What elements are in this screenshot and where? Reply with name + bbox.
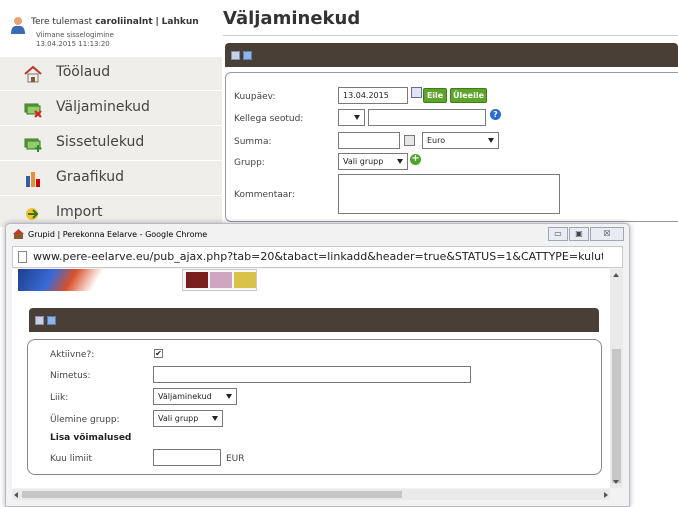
maximize-button[interactable]: ▣ [569,227,589,241]
close-button[interactable]: ☒ [590,227,624,241]
book-cover [234,272,256,288]
related-input[interactable] [368,109,486,126]
last-login-label: Viimane sisselogimine [36,31,114,39]
scroll-down-icon[interactable] [613,480,619,484]
parent-group-label: Ülemine grupp: [50,415,120,425]
amount-label: Summa: [234,137,272,147]
last-login-time: 13.04.2015 11:13:20 [36,40,110,48]
currency-value: Euro [427,136,446,145]
vertical-scroll-thumb[interactable] [612,349,621,483]
greeting-text: Tere tulemast [31,17,93,27]
logout-link[interactable]: Lahkun [162,17,199,27]
book-cover [186,272,208,288]
sidebar: Töölaud Väljaminekud Sissetulekud Graafi… [0,57,222,231]
calendar-icon[interactable] [411,87,422,98]
name-label: Nimetus: [50,371,91,381]
form-toolbar [225,43,678,67]
group-select[interactable]: Vali grupp [338,153,408,170]
scroll-left-icon[interactable] [14,492,18,498]
popup-toolbar [29,308,599,332]
sidebar-item-label: Töölaud [56,64,111,80]
active-label: Aktiivne?: [50,350,95,360]
horizontal-scrollbar[interactable] [12,489,610,500]
type-label: Liik: [50,393,69,403]
user-avatar-icon [11,17,25,34]
comment-textarea[interactable] [338,174,560,214]
comment-label: Kommentaar: [234,190,295,200]
chevron-down-icon [354,115,360,120]
horizontal-scroll-thumb[interactable] [22,491,402,498]
header-books-image [182,269,257,291]
monthly-limit-label: Kuu limiit [50,454,93,464]
type-value: Väljaminekud [158,392,212,401]
active-checkbox[interactable]: ✔ [154,349,163,358]
sidebar-item-label: Graafikud [56,169,125,185]
name-input[interactable] [153,366,471,383]
chevron-down-icon [488,138,494,143]
bar-chart-icon [26,172,40,187]
group-label: Grupp: [234,158,265,168]
amount-input[interactable] [338,132,400,149]
sidebar-item-valjaminekud[interactable]: Väljaminekud [0,92,222,126]
sidebar-item-label: Väljaminekud [56,99,150,115]
group-value: Vali grupp [343,157,384,166]
chevron-down-icon [226,394,232,399]
chevron-down-icon [212,416,218,421]
type-select[interactable]: Väljaminekud [153,388,237,405]
date-input[interactable]: 13.04.2015 [338,87,408,104]
scroll-right-icon[interactable] [604,492,608,498]
address-bar[interactable]: www.pere-eelarve.eu/pub_ajax.php?tab=20&… [12,246,623,268]
header-artwork [18,269,113,291]
sidebar-item-toolaud[interactable]: Töölaud [0,57,222,91]
currency-suffix: EUR [226,454,245,464]
sidebar-item-sissetulekud[interactable]: Sissetulekud [0,127,222,161]
username[interactable]: caroliinalnt [95,17,153,27]
currency-select[interactable]: Euro [422,132,499,149]
home-icon [24,65,42,83]
group-form: Aktiivne?: ✔ Nimetus: Liik: Väljaminekud… [27,339,602,475]
minimize-button[interactable]: ▭ [548,227,568,241]
related-type-select[interactable] [338,109,365,126]
sidebar-item-label: Sissetulekud [56,134,145,150]
money-minus-icon [24,103,42,118]
options-heading: Lisa võimalused [50,433,132,443]
calculator-icon[interactable] [404,135,415,146]
parent-group-value: Vali grupp [158,414,199,423]
yesterday-button[interactable]: Eile [423,88,447,103]
date-label: Kuupäev: [234,92,276,102]
favicon-icon [13,229,24,239]
parent-group-select[interactable]: Vali grupp [153,410,223,427]
help-icon[interactable]: ? [490,109,501,120]
new-icon[interactable] [35,316,44,325]
money-plus-icon [24,138,42,152]
sidebar-item-graafikud[interactable]: Graafikud [0,162,222,196]
url-text[interactable]: www.pere-eelarve.eu/pub_ajax.php?tab=20&… [33,250,603,263]
related-label: Kellega seotud: [234,114,304,124]
import-arrow-icon [26,208,39,220]
save-icon[interactable] [47,316,56,325]
user-separator: | [155,17,159,27]
expense-form: Kuupäev: 13.04.2015 Eile Üleeile Kellega… [225,72,678,222]
sidebar-item-label: Import [56,204,103,220]
scroll-up-icon[interactable] [613,273,619,277]
day-before-yesterday-button[interactable]: Üleeile [450,88,487,103]
chevron-down-icon [397,159,403,164]
monthly-limit-input[interactable] [153,449,221,466]
save-icon[interactable] [243,51,252,60]
popup-content: Aktiivne?: ✔ Nimetus: Liik: Väljaminekud… [12,269,610,488]
popup-window: Grupid | Perekonna Eelarve - Google Chro… [5,223,630,507]
title-divider [223,35,678,36]
vertical-scrollbar[interactable] [610,269,623,488]
book-cover [210,272,232,288]
welcome-line: Tere tulemast caroliinalnt | Lahkun [31,17,199,27]
add-group-icon[interactable]: + [410,154,421,165]
page-icon [18,251,27,263]
page-title: Väljaminekud [223,8,361,29]
window-title: Grupid | Perekonna Eelarve - Google Chro… [28,230,208,239]
new-icon[interactable] [231,51,240,60]
user-box: Tere tulemast caroliinalnt | Lahkun Viim… [10,14,215,54]
